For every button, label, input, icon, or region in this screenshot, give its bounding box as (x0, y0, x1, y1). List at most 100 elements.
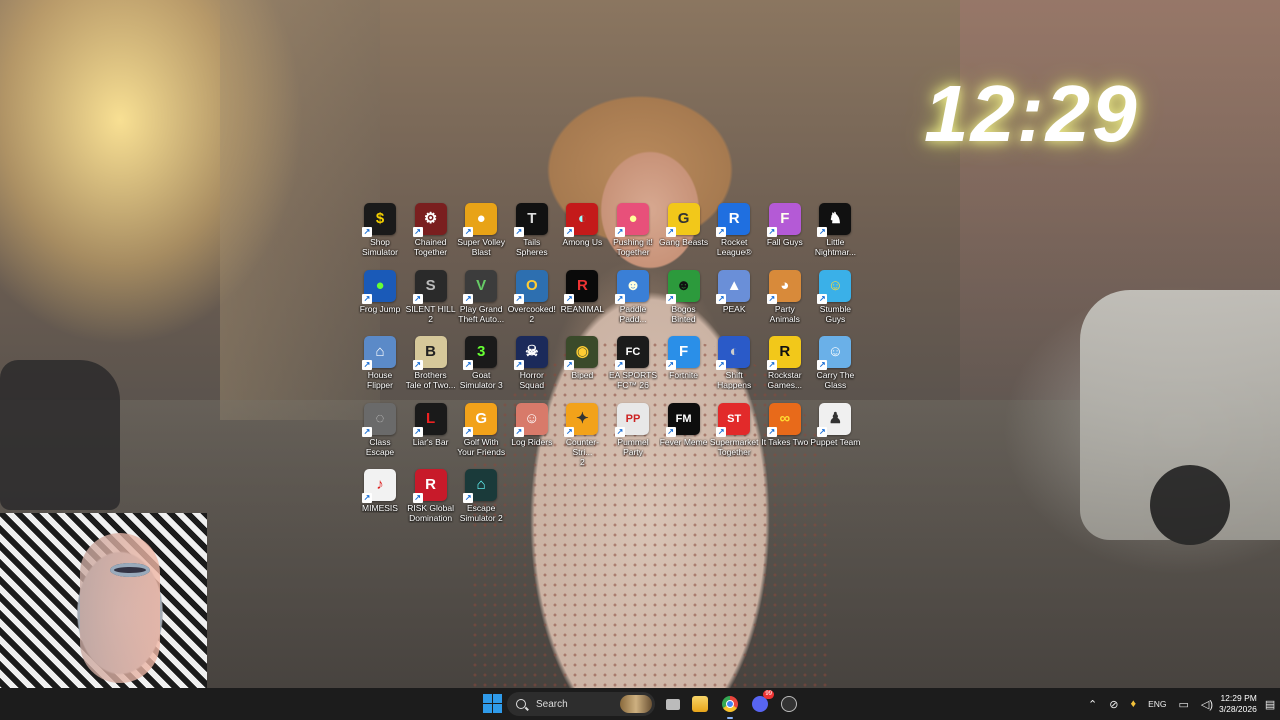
desktop-icon[interactable]: OOvercooked! 2 (507, 269, 557, 334)
app-shortcut-icon: ∞ (766, 402, 801, 437)
desktop-icon[interactable]: ⌂Escape Simulator 2 (456, 469, 506, 533)
app-shortcut-icon: ◐ (716, 336, 751, 370)
desktop-icon[interactable]: ♟Puppet Team (810, 402, 861, 467)
task-view-icon[interactable] (662, 692, 684, 716)
desktop-clock-widget: 12:29 (924, 69, 1139, 158)
desktop-icon[interactable]: STSupermarket Together (709, 402, 759, 467)
desktop-icon[interactable]: ◕Party Animals (760, 269, 810, 334)
app-shortcut-icon: B (412, 336, 447, 370)
desktop-icon[interactable]: ♪MIMESIS (355, 469, 405, 533)
taskbar-search-input[interactable]: Search (507, 692, 655, 716)
file-explorer-icon[interactable] (689, 692, 711, 716)
desktop-icon-label: Supermarket Together (709, 436, 759, 457)
steam-icon[interactable] (778, 692, 800, 716)
desktop-icon[interactable]: FCEA SPORTS FC™ 26 (608, 336, 658, 400)
desktop-icon[interactable]: PPPummel Party (608, 402, 658, 467)
desktop-icon[interactable]: ◌Class Escape (355, 402, 405, 467)
desktop-icon[interactable]: ●Pushing it! Together (608, 203, 658, 267)
app-shortcut-icon: $ (362, 203, 396, 237)
desktop-icon[interactable]: ☻Bogos Binted (659, 269, 709, 334)
desktop-icon-label: Overcooked! 2 (507, 303, 556, 324)
desktop-icon-label: Class Escape (365, 436, 395, 457)
desktop-icon[interactable]: $Shop Simulator (355, 203, 405, 267)
network-icon[interactable]: ▭ (1178, 698, 1188, 711)
app-shortcut-icon: G (463, 402, 498, 437)
desktop-icon-label: Fever Meme (659, 436, 708, 447)
desktop-icon[interactable]: RRockstar Games... (760, 336, 810, 400)
desktop-icon[interactable]: ∞It Takes Two (760, 402, 810, 467)
desktop-icon[interactable]: ♞Little Nightmar... (810, 203, 860, 267)
desktop-icon-label: PEAK (722, 303, 746, 314)
desktop-icon[interactable]: RRISK Global Domination (406, 469, 456, 533)
desktop-icon[interactable]: RREANIMAL (557, 269, 607, 334)
search-icon (516, 699, 526, 709)
desktop-icon[interactable]: ●Frog Jump (355, 269, 405, 334)
language-indicator[interactable]: ENG (1148, 699, 1166, 709)
app-shortcut-icon: ST (716, 402, 751, 437)
desktop-icon-label: Tails Spheres (515, 237, 548, 257)
app-shortcut-icon: R (716, 203, 751, 237)
desktop-icon[interactable]: GGang Beasts (659, 203, 709, 267)
windows-start-icon[interactable] (483, 694, 503, 714)
app-shortcut-icon: ◌ (362, 402, 396, 437)
desktop-icon[interactable]: VPlay Grand Theft Auto... (456, 269, 506, 334)
chevron-up-icon[interactable]: ⌃ (1088, 698, 1097, 711)
desktop-icon-label: Party Animals (769, 303, 800, 324)
desktop-icon[interactable]: ⚙Chained Together (406, 203, 456, 267)
desktop-icon-label: Fall Guys (766, 237, 803, 247)
desktop-icon[interactable]: ✦Counter-Stri... 2 (557, 402, 607, 467)
volume-icon[interactable]: ◁) (1201, 698, 1213, 711)
desktop-icon[interactable]: ⌂House Flipper (355, 336, 405, 400)
desktop-icon[interactable]: GGolf With Your Friends (456, 402, 506, 467)
app-shortcut-icon: ◉ (564, 336, 599, 370)
app-shortcut-icon: ☺ (513, 402, 548, 437)
desktop-icon[interactable]: RRocket League® (709, 203, 759, 267)
desktop-icon[interactable]: ◐Among Us (557, 203, 607, 267)
desktop-icon-label: Golf With Your Friends (457, 436, 506, 457)
taskbar-time: 12:29 PM (1220, 693, 1257, 703)
desktop-icon-label: Among Us (562, 237, 603, 247)
wallpaper-car-left (0, 360, 120, 510)
desktop-icon-label: Carry The Glass (816, 370, 855, 390)
chrome-icon[interactable] (719, 692, 741, 719)
desktop-icon[interactable]: SSILENT HILL 2 (406, 269, 456, 334)
desktop-icon[interactable]: BBrothers Tale of Two... (406, 336, 456, 400)
app-shortcut-icon: ☺ (817, 336, 852, 370)
desktop-icon[interactable]: ☺Carry The Glass (810, 336, 860, 400)
taskbar-date: 3/28/2026 (1219, 704, 1257, 714)
app-shortcut-icon: 3 (463, 336, 498, 370)
microphone-icon[interactable]: ♦ (1130, 698, 1136, 710)
desktop-icon[interactable]: FMFever Meme (659, 402, 709, 467)
system-tray: ⌃ ⊘ ♦ ENG ▭ ◁) 12:29 PM 3/28/2026 ▤ (1082, 688, 1280, 720)
app-shortcut-icon: ⚙ (412, 203, 447, 237)
desktop-icon[interactable]: ◉Biped (557, 336, 607, 400)
app-shortcut-icon: ☠ (513, 336, 548, 370)
desktop-icon-label: It Takes Two (761, 436, 809, 447)
desktop-icon[interactable]: ☺Log Riders (507, 402, 557, 467)
desktop-icon[interactable]: ◐Shift Happens (709, 336, 759, 400)
app-shortcut-icon: F (766, 203, 801, 237)
desktop-icon[interactable]: ●Super Volley Blast (456, 203, 506, 267)
desktop-icon[interactable]: FFortnite (659, 336, 709, 400)
desktop-icon[interactable]: ☻Paddle Padd... (608, 269, 658, 334)
desktop-icon[interactable]: ☠Horror Squad (507, 336, 557, 400)
camera-off-icon[interactable]: ⊘ (1109, 698, 1118, 711)
desktop-icon-label: Brothers Tale of Two... (405, 370, 456, 390)
desktop-icon[interactable]: LLiar's Bar (406, 402, 456, 467)
discord-icon[interactable]: 99 (749, 690, 774, 716)
app-shortcut-icon: ✦ (564, 402, 599, 437)
desktop-icon-label: Goat Simulator 3 (459, 370, 503, 390)
app-shortcut-icon: T (513, 203, 548, 237)
desktop-icon[interactable]: TTails Spheres (507, 203, 557, 267)
desktop-icon[interactable]: ☺Stumble Guys (810, 269, 860, 334)
notification-icon[interactable]: ▤ (1265, 698, 1275, 711)
desktop-icon[interactable]: FFall Guys (760, 203, 810, 267)
taskbar-clock[interactable]: 12:29 PM 3/28/2026 (1219, 693, 1257, 715)
desktop-icon-label: Puppet Team (810, 436, 861, 447)
desktop-icon-label: Frog Jump (359, 303, 401, 314)
desktop-icon-label: EA SPORTS FC™ 26 (608, 370, 658, 390)
app-shortcut-icon: ● (362, 269, 396, 304)
desktop-icon[interactable]: ▲PEAK (709, 269, 759, 334)
desktop-icon-label: Liar's Bar (412, 436, 449, 447)
desktop-icon[interactable]: 3Goat Simulator 3 (456, 336, 506, 400)
